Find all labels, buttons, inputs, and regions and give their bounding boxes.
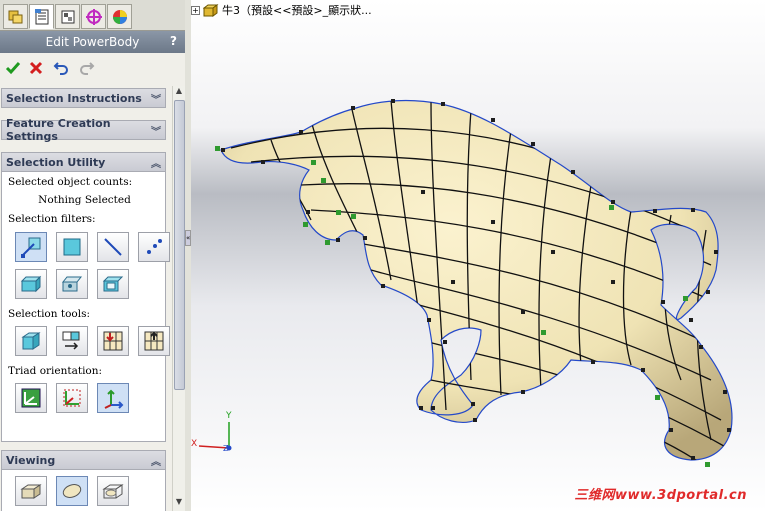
view-box-button[interactable] [15,476,47,506]
triad-view-button[interactable] [97,383,129,413]
double-chevron-up-icon: ︽ [151,159,161,170]
color-wheel-icon [112,9,127,24]
triad-orientation-label: Triad orientation: [8,365,103,377]
box-view-icon [20,484,42,499]
selected-counts-label: Selected object counts: [8,176,133,188]
property-manager-tab[interactable] [29,4,54,29]
cancel-button[interactable] [25,57,47,79]
triad-global-button[interactable] [15,383,47,413]
viewing-body [1,470,166,511]
feature-manager-tab[interactable] [3,4,28,29]
action-buttons [0,55,185,81]
bull-model[interactable]: Y X Z [191,0,765,511]
filter-shell-button[interactable] [97,269,129,299]
box-smooth-view-icon [102,484,124,499]
scroll-up-arrow[interactable]: ▲ [173,86,185,98]
edge-filter-icon [104,238,122,256]
display-manager-tab[interactable] [107,4,132,29]
selected-counts-value: Nothing Selected [38,194,131,206]
grid-arrow-up-icon [144,331,164,351]
filter-vertex-edge-button[interactable] [15,232,47,262]
invert-selection-button[interactable] [56,326,88,356]
vertex-edge-filter-icon [21,237,41,258]
select-all-button[interactable] [15,326,47,356]
panel-scroll-area: Selection Instructions ︾ Feature Creatio… [0,86,172,511]
configuration-manager-tab[interactable] [55,4,80,29]
view-smooth-button[interactable] [56,476,88,506]
filter-face-button[interactable] [56,232,88,262]
scrollbar-thumb[interactable] [174,100,185,390]
vertex-filter-icon [147,239,162,254]
manager-tab-bar [0,0,187,31]
shell-filter-icon [102,276,124,292]
svg-text:Y: Y [225,411,232,421]
close-icon [29,61,43,75]
smooth-view-icon [62,484,82,498]
crosshair-icon [85,8,102,25]
help-button[interactable]: ? [170,34,177,48]
undo-icon [53,62,68,75]
selection-instructions-header[interactable]: Selection Instructions ︾ [1,88,166,108]
viewing-label: Viewing [6,453,56,467]
selection-utility-body: Selected object counts: Nothing Selected… [1,172,170,442]
undo-button[interactable] [50,57,72,79]
selection-tools-label: Selection tools: [8,308,91,320]
redo-icon [80,62,95,75]
grow-selection-button[interactable] [97,326,129,356]
property-sheet-icon [34,8,48,24]
triad-local-button[interactable] [56,383,88,413]
body-filter-icon [20,275,42,293]
cube-icon [21,332,41,350]
triad-global-icon [21,388,41,408]
watermark-text: 三维网www.3dportal.cn [574,488,747,503]
control-body-filter-icon [61,276,83,292]
filter-edge-button[interactable] [97,232,129,262]
selection-utility-label: Selection Utility [6,155,106,169]
feature-creation-settings-label: Feature Creation Settings [6,117,111,143]
invert-selection-icon [62,331,80,350]
triad-local-icon [63,389,81,407]
property-manager-panel: Edit PowerBody ? Selection Instructions … [0,0,187,511]
panel-title: Edit PowerBody [45,35,140,49]
panel-scrollbar[interactable]: ▲ ▼ [172,86,185,511]
selection-filters-label: Selection filters: [8,213,96,225]
graphics-area[interactable]: + 牛3（預設<<預設>_顯示狀... Y X Z 三维网www.3dporta… [191,0,765,511]
redo-button[interactable] [76,57,98,79]
svg-text:X: X [191,439,197,449]
ok-button[interactable] [2,57,24,79]
viewing-header[interactable]: Viewing ︽ [1,450,166,470]
grid-arrow-down-icon [103,331,123,351]
filter-control-body-button[interactable] [56,269,88,299]
filter-body-button[interactable] [15,269,47,299]
triad-view-icon [104,389,124,409]
view-both-button[interactable] [97,476,129,506]
panel-title-bar: Edit PowerBody ? [0,31,185,53]
checkmark-icon [5,62,21,75]
selection-instructions-label: Selection Instructions [6,91,142,105]
coordinate-triad: Y X Z [191,411,232,453]
solidworks-window: Edit PowerBody ? Selection Instructions … [0,0,765,511]
dimxpert-tab[interactable] [81,4,106,29]
feature-tree-icon [8,10,22,23]
configuration-icon [61,10,74,23]
scroll-down-arrow[interactable]: ▼ [173,497,185,509]
double-chevron-up-icon: ︽ [151,457,161,468]
double-chevron-down-icon: ︾ [151,127,161,138]
shrink-selection-button[interactable] [138,326,170,356]
double-chevron-down-icon: ︾ [151,95,161,106]
selection-utility-header[interactable]: Selection Utility ︽ [1,152,166,172]
feature-creation-settings-header[interactable]: Feature Creation Settings ︾ [1,117,166,143]
svg-text:Z: Z [223,444,229,453]
face-filter-icon [63,238,81,256]
filter-vertex-button[interactable] [138,232,170,262]
